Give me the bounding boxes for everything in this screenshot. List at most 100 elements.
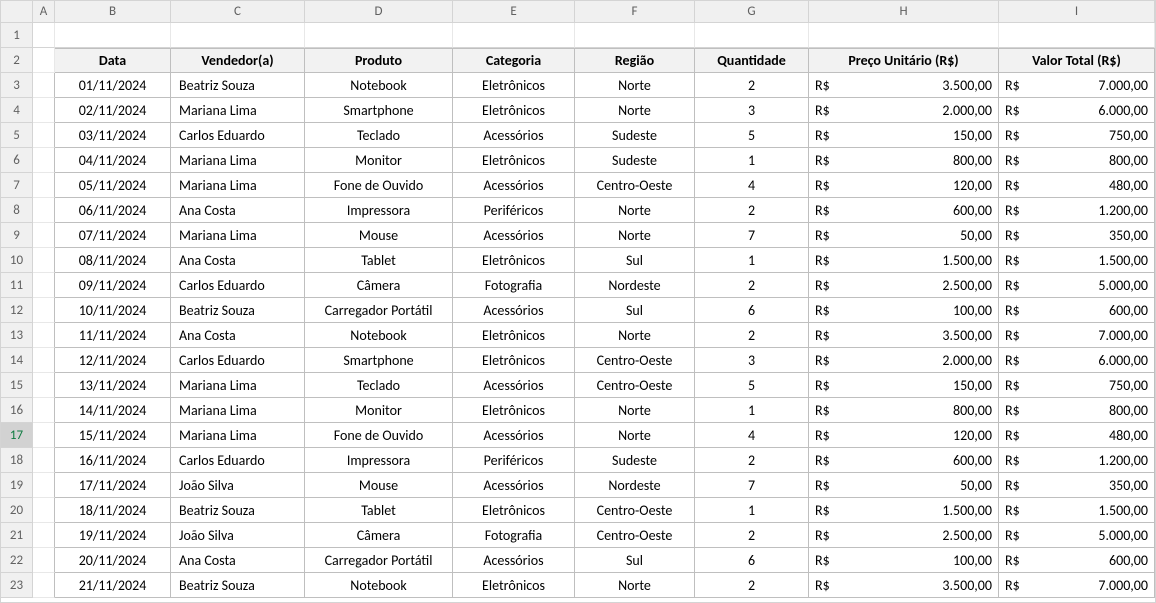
- cell-A[interactable]: [33, 348, 55, 373]
- header-total[interactable]: Valor Total (R$): [999, 48, 1155, 73]
- cell-B[interactable]: 09/11/2024: [55, 273, 171, 298]
- cell-D[interactable]: Carregador Portátil: [305, 298, 453, 323]
- cell-D[interactable]: Monitor: [305, 398, 453, 423]
- row-header-15[interactable]: 15: [1, 373, 33, 398]
- cell-A[interactable]: [33, 398, 55, 423]
- cell-G[interactable]: 1: [695, 398, 809, 423]
- cell-F[interactable]: Norte: [575, 73, 695, 98]
- cell-G[interactable]: 5: [695, 123, 809, 148]
- row-header-12[interactable]: 12: [1, 298, 33, 323]
- cell-C[interactable]: João Silva: [171, 523, 305, 548]
- cell-H[interactable]: R$150,00: [809, 373, 999, 398]
- cell-G[interactable]: 3: [695, 348, 809, 373]
- cell-H[interactable]: R$600,00: [809, 448, 999, 473]
- cell-G[interactable]: 2: [695, 448, 809, 473]
- cell-F[interactable]: Centro-Oeste: [575, 523, 695, 548]
- header-vendedor[interactable]: Vendedor(a): [171, 48, 305, 73]
- cell-I[interactable]: R$5.000,00: [999, 273, 1155, 298]
- row-header-13[interactable]: 13: [1, 323, 33, 348]
- cell-G[interactable]: 2: [695, 273, 809, 298]
- cell-D[interactable]: Mouse: [305, 223, 453, 248]
- cell-F[interactable]: Norte: [575, 223, 695, 248]
- cell-B[interactable]: 13/11/2024: [55, 373, 171, 398]
- cell-A[interactable]: [33, 98, 55, 123]
- row-header-2[interactable]: 2: [1, 48, 33, 73]
- cell-C[interactable]: Mariana Lima: [171, 223, 305, 248]
- cell-H[interactable]: R$2.000,00: [809, 98, 999, 123]
- cell-H[interactable]: R$120,00: [809, 423, 999, 448]
- cell-A[interactable]: [33, 573, 55, 598]
- cell-F[interactable]: Sudeste: [575, 148, 695, 173]
- cell-A[interactable]: [33, 473, 55, 498]
- cell-C[interactable]: Beatriz Souza: [171, 73, 305, 98]
- cell-E[interactable]: Eletrônicos: [453, 323, 575, 348]
- cell-E[interactable]: Periféricos: [453, 448, 575, 473]
- row-header-18[interactable]: 18: [1, 448, 33, 473]
- cell-B[interactable]: 20/11/2024: [55, 548, 171, 573]
- cell-D[interactable]: Teclado: [305, 123, 453, 148]
- cell-C[interactable]: Mariana Lima: [171, 373, 305, 398]
- cell-G[interactable]: 2: [695, 73, 809, 98]
- cell-B[interactable]: 17/11/2024: [55, 473, 171, 498]
- cell-B[interactable]: [55, 23, 171, 48]
- column-header-H[interactable]: H: [809, 1, 999, 22]
- cell-E[interactable]: Fotografia: [453, 273, 575, 298]
- cell-H[interactable]: R$1.500,00: [809, 498, 999, 523]
- cell-B[interactable]: 19/11/2024: [55, 523, 171, 548]
- cell-F[interactable]: Norte: [575, 423, 695, 448]
- cell-C[interactable]: [171, 23, 305, 48]
- cell-E[interactable]: Eletrônicos: [453, 248, 575, 273]
- cell-B[interactable]: 05/11/2024: [55, 173, 171, 198]
- cell-G[interactable]: 2: [695, 198, 809, 223]
- cell-F[interactable]: Sul: [575, 548, 695, 573]
- cell-E[interactable]: Eletrônicos: [453, 573, 575, 598]
- row-header-8[interactable]: 8: [1, 198, 33, 223]
- cell-H[interactable]: R$50,00: [809, 223, 999, 248]
- cell-E[interactable]: Eletrônicos: [453, 348, 575, 373]
- cell-F[interactable]: [575, 23, 695, 48]
- cell-H[interactable]: R$800,00: [809, 398, 999, 423]
- cell-F[interactable]: Nordeste: [575, 273, 695, 298]
- column-header-B[interactable]: B: [55, 1, 171, 22]
- cell-D[interactable]: Impressora: [305, 448, 453, 473]
- row-header-5[interactable]: 5: [1, 123, 33, 148]
- cell-G[interactable]: 2: [695, 523, 809, 548]
- cell-A[interactable]: [33, 198, 55, 223]
- cell-A[interactable]: [33, 523, 55, 548]
- header-preco[interactable]: Preço Unitário (R$): [809, 48, 999, 73]
- cell-E[interactable]: Acessórios: [453, 223, 575, 248]
- cell-I[interactable]: R$350,00: [999, 223, 1155, 248]
- cell-A[interactable]: [33, 73, 55, 98]
- cell-G[interactable]: 2: [695, 573, 809, 598]
- column-header-G[interactable]: G: [695, 1, 809, 22]
- cell-G[interactable]: 4: [695, 173, 809, 198]
- cell-F[interactable]: Norte: [575, 198, 695, 223]
- cell-I[interactable]: R$1.200,00: [999, 448, 1155, 473]
- cell-I[interactable]: R$480,00: [999, 173, 1155, 198]
- cell-I[interactable]: R$1.500,00: [999, 498, 1155, 523]
- cell-D[interactable]: Mouse: [305, 473, 453, 498]
- cell-E[interactable]: Eletrônicos: [453, 398, 575, 423]
- cell-A[interactable]: [33, 273, 55, 298]
- cell-I[interactable]: R$1.500,00: [999, 248, 1155, 273]
- cell-C[interactable]: Beatriz Souza: [171, 498, 305, 523]
- row-header-19[interactable]: 19: [1, 473, 33, 498]
- cell-H[interactable]: R$100,00: [809, 298, 999, 323]
- cell-D[interactable]: [305, 23, 453, 48]
- cell-C[interactable]: Mariana Lima: [171, 148, 305, 173]
- cell-H[interactable]: R$2.500,00: [809, 273, 999, 298]
- cell-I[interactable]: R$1.200,00: [999, 198, 1155, 223]
- cell-G[interactable]: 3: [695, 98, 809, 123]
- cell-G[interactable]: 5: [695, 373, 809, 398]
- cell-E[interactable]: Acessórios: [453, 548, 575, 573]
- row-header-17[interactable]: 17: [1, 423, 33, 448]
- cell-H[interactable]: R$3.500,00: [809, 573, 999, 598]
- row-header-11[interactable]: 11: [1, 273, 33, 298]
- cell-B[interactable]: 06/11/2024: [55, 198, 171, 223]
- cell-I[interactable]: R$5.000,00: [999, 523, 1155, 548]
- select-all-corner[interactable]: [1, 1, 33, 22]
- column-header-F[interactable]: F: [575, 1, 695, 22]
- cell-A[interactable]: [33, 48, 55, 73]
- cell-C[interactable]: Mariana Lima: [171, 173, 305, 198]
- cell-G[interactable]: [695, 23, 809, 48]
